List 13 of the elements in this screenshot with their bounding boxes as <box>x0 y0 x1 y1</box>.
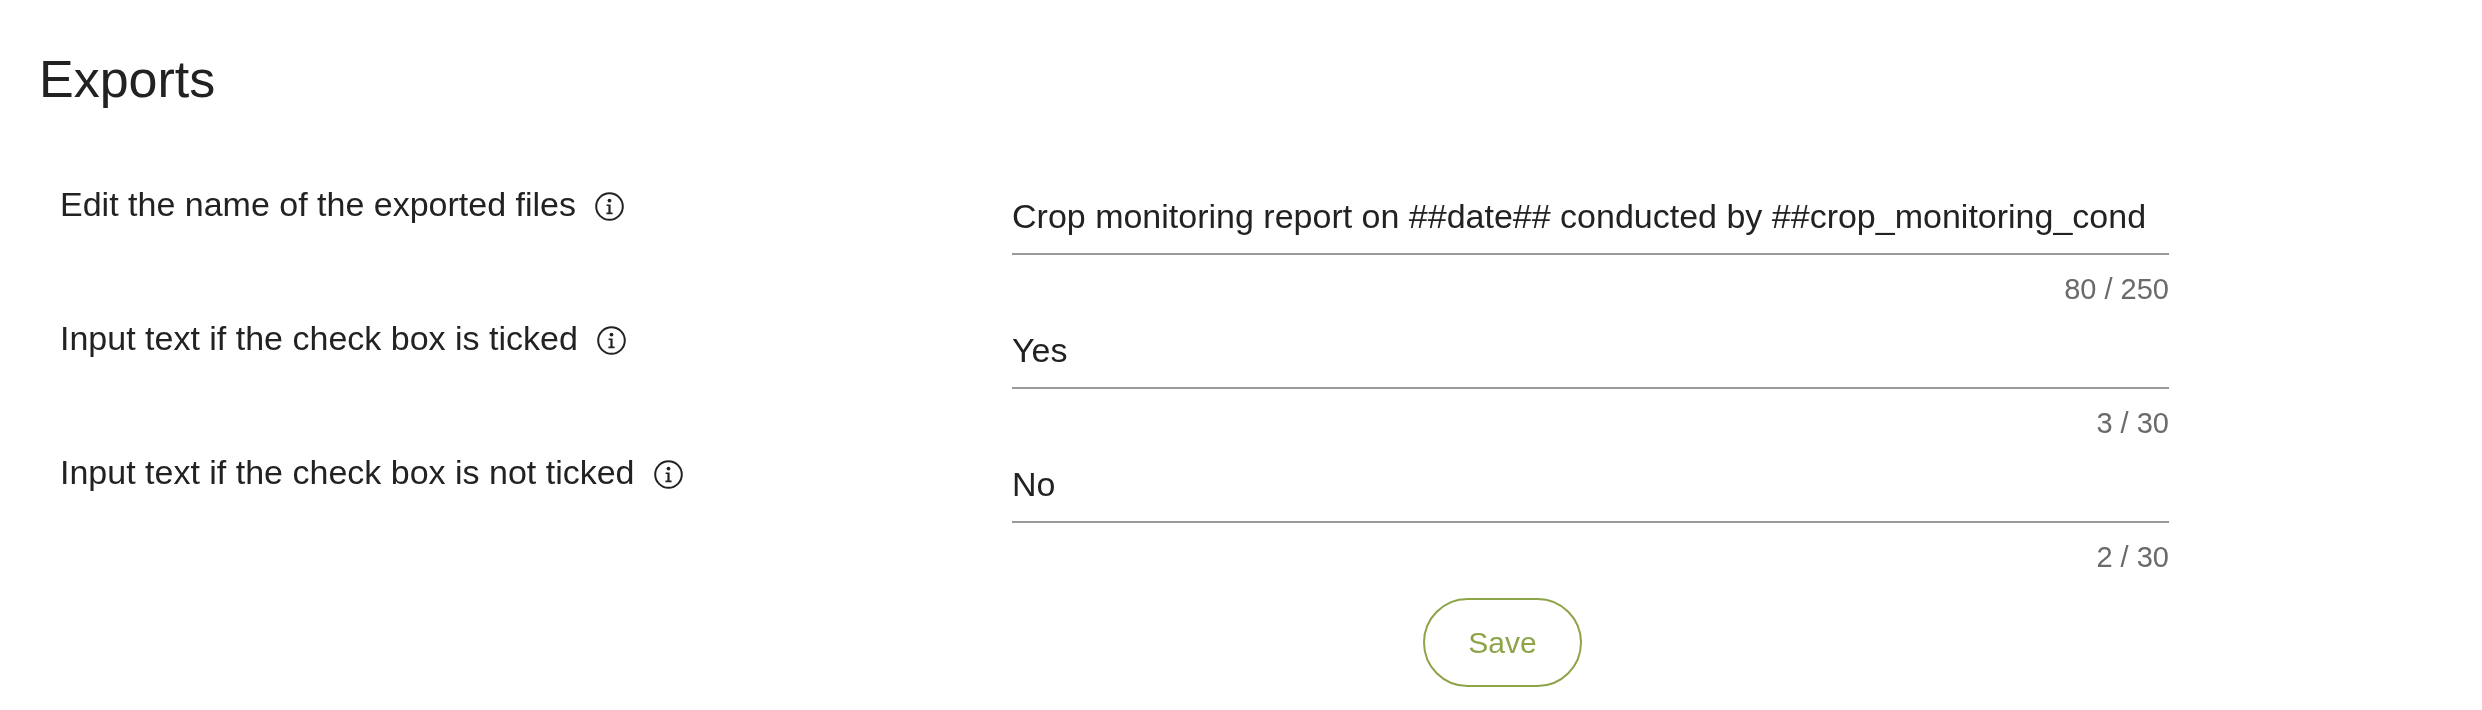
info-icon[interactable] <box>596 326 626 355</box>
text-field[interactable]: Yes <box>1012 318 2169 389</box>
text-field[interactable]: No <box>1012 452 2169 523</box>
info-icon[interactable] <box>595 192 624 221</box>
field-label: Input text if the check box is not ticked <box>60 452 635 493</box>
info-icon[interactable] <box>653 460 683 489</box>
text-field[interactable]: Crop monitoring report on ##date## conducted by ##crop_monitoring_cond <box>1012 184 2169 255</box>
character-counter: 80 / 250 <box>2064 272 2169 307</box>
character-counter: 3 / 30 <box>2096 406 2169 441</box>
character-counter: 2 / 30 <box>2096 540 2169 575</box>
page-title: Exports <box>39 49 216 110</box>
field-label: Edit the name of the exported files <box>60 184 576 225</box>
field-label: Input text if the check box is ticked <box>60 318 578 359</box>
